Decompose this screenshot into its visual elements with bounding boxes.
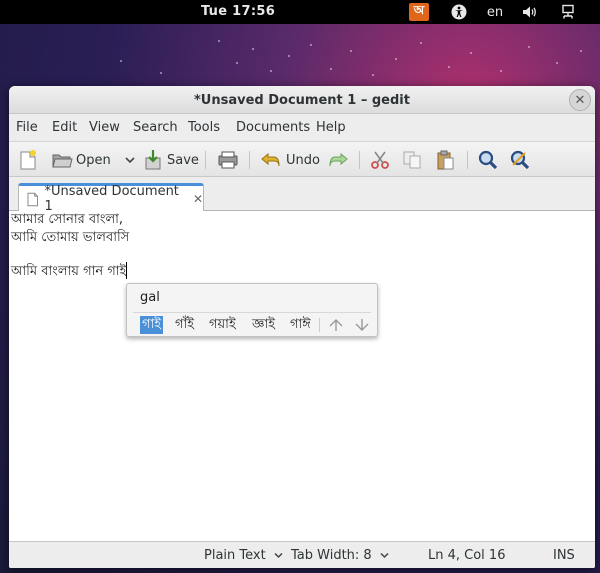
accessibility-icon[interactable] [449, 3, 469, 21]
menu-view[interactable]: View [89, 120, 120, 135]
new-document-button[interactable] [18, 148, 38, 172]
tab-width-label: Tab Width: 8 [291, 548, 372, 563]
page-down-icon[interactable] [353, 316, 371, 334]
undo-button[interactable]: Undo [260, 148, 320, 172]
menu-bar: File Edit View Search Tools Documents He… [9, 114, 595, 140]
close-window-button[interactable]: ✕ [569, 89, 591, 111]
chevron-down-icon [274, 552, 283, 559]
insert-mode: INS [553, 548, 575, 563]
candidate-separator [319, 318, 320, 332]
save-icon [145, 150, 161, 170]
input-method-indicator[interactable]: অ [409, 3, 429, 21]
find-replace-icon [510, 150, 530, 170]
top-panel: Tue 17:56 অ en [0, 0, 600, 24]
candidate-item[interactable]: গাঈ [288, 316, 313, 334]
paste-button[interactable] [435, 148, 455, 172]
toolbar-separator [205, 151, 206, 169]
scissors-icon [371, 151, 389, 169]
text-editor[interactable]: আমার সোনার বাংলা, আমি তোমায় ভালবাসি আমি… [9, 211, 595, 541]
copy-icon [403, 151, 421, 169]
toolbar-separator [359, 151, 360, 169]
open-label: Open [76, 152, 111, 168]
undo-icon [261, 152, 280, 167]
print-button[interactable] [217, 148, 239, 172]
volume-icon[interactable] [520, 3, 540, 21]
toolbar: Open Save Undo [9, 141, 595, 177]
keyboard-layout-indicator[interactable]: en [483, 3, 507, 21]
candidate-item[interactable]: গয়াই [207, 316, 238, 334]
redo-button[interactable] [327, 148, 349, 172]
system-menu-icon[interactable] [558, 3, 578, 21]
printer-icon [218, 151, 238, 169]
tab-width-selector[interactable]: Tab Width: 8 [291, 548, 389, 563]
paste-icon [437, 150, 454, 170]
tab-unsaved-document-1[interactable]: *Unsaved Document 1 ✕ [18, 183, 204, 214]
menu-help[interactable]: Help [316, 120, 346, 135]
editor-line: আমি তোমায় ভালবাসি [11, 230, 130, 245]
candidate-item[interactable]: গাই [140, 316, 164, 334]
toolbar-separator [467, 151, 468, 169]
editor-line: আমি বাংলায় গান গাই [11, 264, 127, 279]
syntax-language-selector[interactable]: Plain Text [204, 548, 283, 563]
syntax-label: Plain Text [204, 548, 266, 563]
save-button[interactable]: Save [143, 148, 199, 172]
menu-tools[interactable]: Tools [188, 120, 220, 135]
editor-line: আমার সোনার বাংলা, [11, 212, 124, 227]
chevron-down-icon [380, 552, 389, 559]
menu-edit[interactable]: Edit [52, 120, 77, 135]
menu-file[interactable]: File [16, 120, 38, 135]
find-replace-button[interactable] [509, 148, 531, 172]
open-folder-icon [52, 154, 73, 168]
candidate-item[interactable]: গাঁই [173, 316, 196, 334]
new-document-icon [20, 150, 36, 170]
status-bar: Plain Text Tab Width: 8 Ln 4, Col 16 INS [9, 541, 595, 568]
tab-bar: *Unsaved Document 1 ✕ [9, 177, 595, 214]
save-label: Save [167, 152, 199, 168]
page-up-icon[interactable] [327, 316, 345, 334]
clock[interactable]: Tue 17:56 [0, 4, 476, 19]
redo-icon [329, 152, 348, 167]
title-bar[interactable]: *Unsaved Document 1 – gedit ✕ [9, 86, 595, 114]
ime-candidate-popup: gal গাই গাঁই গয়াই জ্ঞাই গাঈ [126, 283, 378, 337]
tab-label: *Unsaved Document 1 [44, 184, 179, 214]
chevron-down-icon[interactable] [125, 156, 135, 164]
search-icon [478, 150, 498, 170]
text-cursor [126, 262, 127, 279]
text-document-icon [27, 192, 39, 206]
cut-button[interactable] [370, 148, 390, 172]
close-tab-icon[interactable]: ✕ [193, 192, 203, 206]
menu-search[interactable]: Search [133, 120, 178, 135]
candidate-list: গাই গাঁই গয়াই জ্ঞাই গাঈ [133, 312, 371, 334]
cursor-position: Ln 4, Col 16 [428, 548, 506, 563]
toolbar-separator [249, 151, 250, 169]
open-button[interactable]: Open [51, 148, 135, 172]
find-button[interactable] [477, 148, 499, 172]
menu-documents[interactable]: Documents [236, 120, 310, 135]
window-title: *Unsaved Document 1 – gedit [194, 93, 410, 108]
undo-label: Undo [286, 152, 320, 168]
candidate-item[interactable]: জ্ঞাই [250, 316, 277, 334]
preedit-text: gal [140, 290, 160, 305]
copy-button[interactable] [402, 148, 422, 172]
